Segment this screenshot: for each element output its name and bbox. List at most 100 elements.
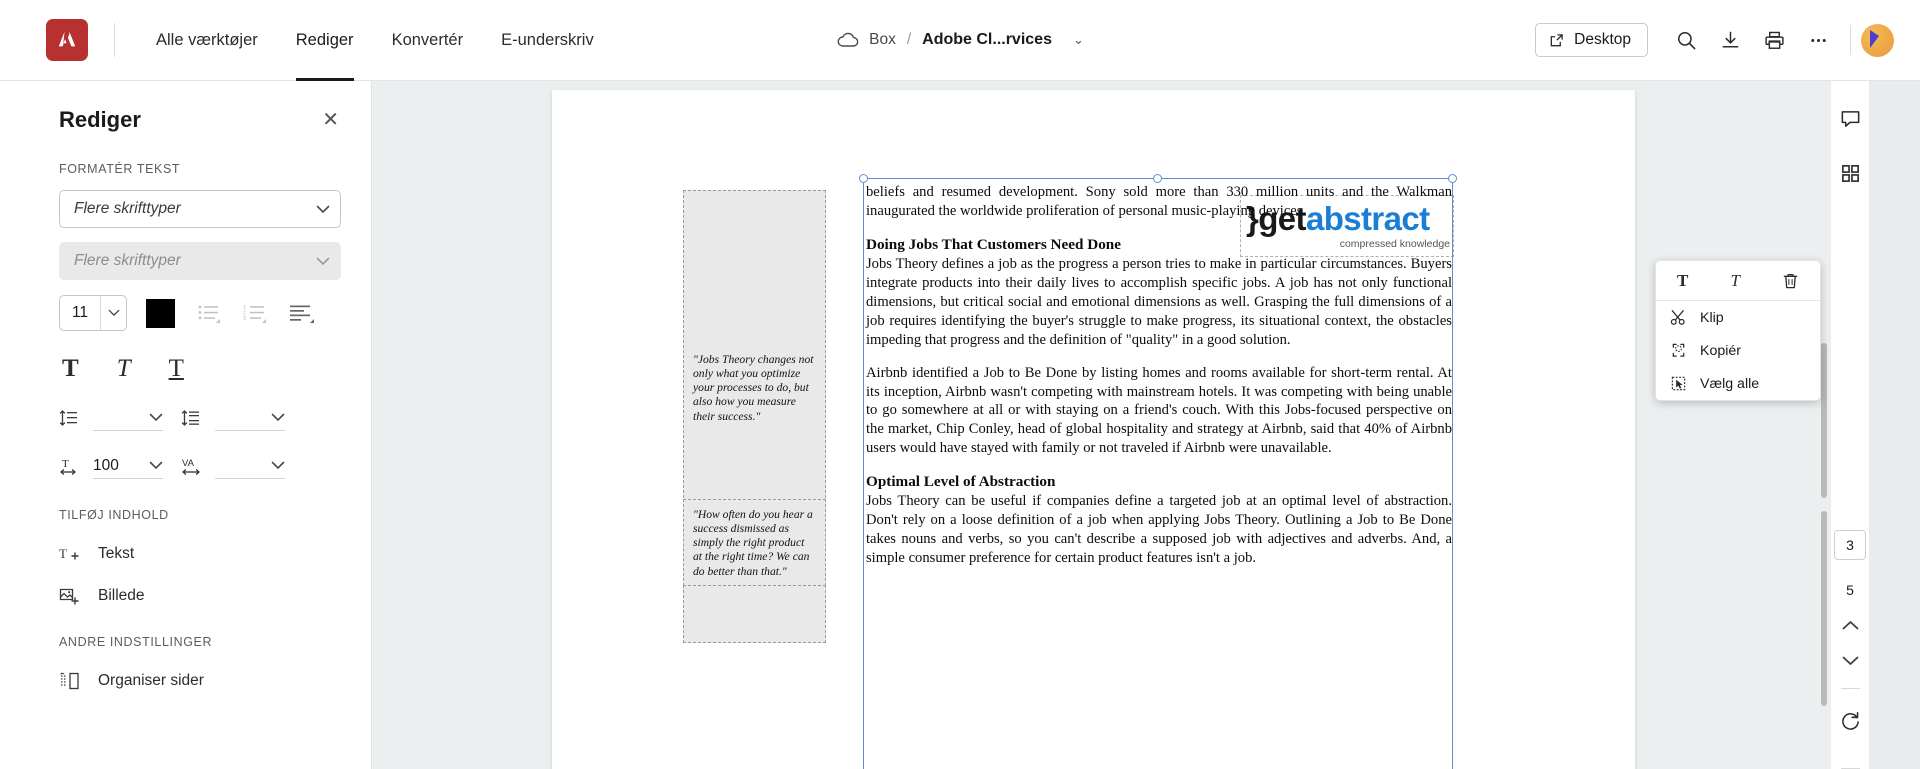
more-icon[interactable]: [1796, 18, 1840, 62]
topbar-right-group: Desktop: [1535, 18, 1894, 62]
add-content-list: T Tekst Billede: [0, 544, 371, 606]
font-size-value: 11: [71, 304, 89, 321]
avatar[interactable]: [1861, 23, 1894, 57]
nav-item-konverter[interactable]: Konvertér: [373, 0, 483, 81]
context-menu-format-row: T T: [1656, 261, 1820, 301]
italic-button[interactable]: T: [117, 355, 131, 383]
document-scrollbar-thumb[interactable]: [1821, 343, 1827, 498]
chevron-down-icon[interactable]: ⌄: [1073, 32, 1084, 48]
adobe-logo-icon[interactable]: [46, 19, 88, 61]
paragraph-spacing-select[interactable]: [215, 405, 285, 431]
add-text-label: Tekst: [98, 545, 135, 562]
previous-page-button[interactable]: [1841, 620, 1860, 632]
comment-icon[interactable]: [1834, 103, 1866, 135]
horizontal-scale-value: 100: [93, 456, 119, 474]
pull-quote-text-2: "How often do you hear a success dismiss…: [693, 508, 813, 578]
apps-grid-icon[interactable]: [1834, 157, 1866, 189]
horizontal-scale-icon: T: [59, 457, 85, 475]
organize-pages-icon: [59, 671, 81, 691]
pdf-page[interactable]: }getabstract compressed knowledge "Jobs …: [552, 90, 1635, 769]
desktop-button[interactable]: Desktop: [1535, 23, 1648, 57]
bold-button[interactable]: T: [62, 355, 79, 383]
resize-handle-top-middle[interactable]: [1153, 174, 1162, 183]
italic-button[interactable]: T: [1724, 271, 1745, 291]
nav-item-rediger[interactable]: Rediger: [277, 0, 373, 81]
context-menu-label: Kopiér: [1700, 342, 1742, 359]
document-scrollbar-thumb-lower[interactable]: [1821, 511, 1827, 706]
breadcrumb: Box / Adobe Cl...rvices ⌄: [836, 31, 1084, 49]
add-image-item[interactable]: Billede: [59, 586, 341, 606]
font-size-stepper[interactable]: 11: [59, 295, 127, 331]
paragraph: Jobs Theory can be useful if companies d…: [866, 493, 1452, 567]
section-heading: Optimal Level of Abstraction: [866, 473, 1056, 491]
paragraph: Airbnb identified a Job to Be Done by li…: [866, 364, 1452, 457]
rotate-icon[interactable]: [1840, 711, 1861, 732]
resize-handle-top-right[interactable]: [1448, 174, 1457, 183]
text-align-icon[interactable]: [289, 303, 315, 323]
document-viewport[interactable]: }getabstract compressed knowledge "Jobs …: [372, 81, 1831, 769]
context-menu-item-kopier[interactable]: Kopiér: [1656, 334, 1820, 367]
scale-tracking-row: T 100 VA: [59, 453, 341, 479]
breadcrumb-storage[interactable]: Box: [869, 31, 896, 49]
close-icon[interactable]: ✕: [322, 110, 339, 130]
bulleted-list-icon[interactable]: [197, 303, 221, 323]
font-family-select[interactable]: Flere skrifttyper: [59, 190, 341, 228]
chevron-down-icon: [316, 205, 330, 214]
rail-divider: [1840, 688, 1860, 689]
chevron-down-icon: [316, 257, 330, 266]
desktop-button-label: Desktop: [1574, 31, 1631, 48]
outer-scroll-area[interactable]: [1869, 81, 1920, 769]
nav-item-alle-vaerktojer[interactable]: Alle værktøjer: [137, 0, 277, 81]
download-icon[interactable]: [1708, 18, 1752, 62]
svg-text:3: 3: [243, 316, 246, 322]
horizontal-scale-control: T 100: [59, 453, 163, 479]
copy-icon: [1670, 342, 1687, 359]
search-icon[interactable]: [1664, 18, 1708, 62]
scissors-icon: [1670, 309, 1687, 326]
breadcrumb-separator: /: [906, 31, 912, 48]
chevron-down-icon[interactable]: [100, 296, 126, 330]
font-family-value: Flere skrifttyper: [74, 200, 181, 217]
add-image-icon: [59, 586, 81, 606]
pull-quote-box-2[interactable]: "How often do you hear a success dismiss…: [683, 499, 826, 586]
breadcrumb-filename[interactable]: Adobe Cl...rvices: [922, 31, 1052, 49]
document-text-content[interactable]: beliefs and resumed development. Sony so…: [866, 183, 1452, 568]
line-spacing-icon: [59, 409, 85, 427]
context-menu-label: Klip: [1700, 309, 1724, 326]
paragraph: Jobs Theory defines a job as the progres…: [866, 255, 1452, 348]
chevron-down-icon: [149, 413, 163, 422]
line-spacing-select[interactable]: [93, 405, 163, 431]
horizontal-scale-select[interactable]: 100: [93, 453, 163, 479]
tracking-control: VA: [181, 453, 285, 479]
underline-button[interactable]: T: [169, 355, 184, 383]
organize-pages-item[interactable]: Organiser sider: [59, 671, 341, 691]
paragraph: beliefs and resumed development. Sony so…: [866, 184, 1452, 219]
text-context-menu: T T Klip Kopiér Vælg alle: [1655, 260, 1821, 401]
tracking-select[interactable]: [215, 453, 285, 479]
text-color-swatch[interactable]: [146, 298, 175, 328]
nav-item-e-underskriv[interactable]: E-underskriv: [482, 0, 613, 81]
tracking-icon: VA: [181, 457, 207, 475]
svg-text:VA: VA: [182, 458, 195, 469]
resize-handle-top-left[interactable]: [859, 174, 868, 183]
font-style-select[interactable]: Flere skrifttyper: [59, 242, 341, 280]
numbered-list-icon[interactable]: 1 2 3: [243, 303, 267, 323]
bold-button[interactable]: T: [1671, 271, 1694, 291]
select-all-icon: [1670, 375, 1687, 392]
pull-quote-text-1: "Jobs Theory changes not only what you o…: [693, 353, 814, 423]
svg-text:T: T: [59, 546, 67, 561]
context-menu-item-klip[interactable]: Klip: [1656, 301, 1820, 334]
section-label-other-settings: ANDRE INDSTILLINGER: [59, 635, 213, 649]
delete-button[interactable]: [1776, 272, 1805, 290]
section-label-format-text: FORMATÉR TEKST: [59, 162, 181, 176]
page-number-input[interactable]: 3: [1834, 530, 1866, 560]
logo-divider: [114, 23, 115, 57]
context-menu-item-vaelg-alle[interactable]: Vælg alle: [1656, 367, 1820, 400]
print-icon[interactable]: [1752, 18, 1796, 62]
topbar-left-group: Alle værktøjer Rediger Konvertér E-under…: [0, 0, 613, 81]
next-page-button[interactable]: [1841, 654, 1860, 666]
open-external-icon: [1549, 33, 1564, 48]
toolbar-divider: [1850, 25, 1851, 55]
add-text-item[interactable]: T Tekst: [59, 544, 341, 564]
